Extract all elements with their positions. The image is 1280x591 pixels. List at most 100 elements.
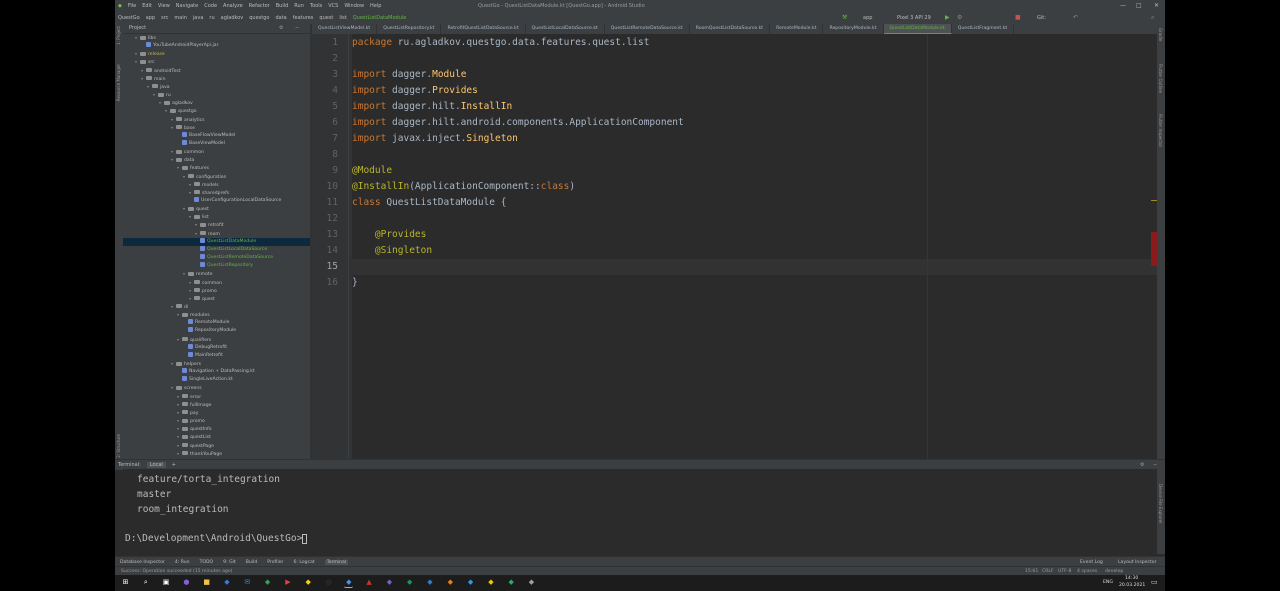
terminal-tab-local[interactable]: Local [146, 462, 166, 468]
breadcrumb-item[interactable]: features [293, 15, 314, 21]
tool-profiler[interactable]: Profiler [267, 560, 283, 565]
breadcrumb-item[interactable]: app [146, 15, 155, 21]
tool-todo[interactable]: TODO [200, 560, 214, 565]
tree-node[interactable]: ▾ fullImage [123, 401, 310, 409]
hammer-icon[interactable]: ⚒ [842, 14, 847, 21]
code-editor[interactable]: package ru.agladkov.questgo.data.feature… [349, 34, 1157, 459]
gear-icon[interactable]: ⚙ [1140, 462, 1144, 468]
tree-node[interactable]: ▾ modules [123, 311, 310, 319]
tool-database-inspector[interactable]: Database Inspector [120, 560, 165, 565]
breadcrumb-item[interactable]: data [275, 15, 286, 21]
menu-window[interactable]: Window [344, 3, 364, 9]
tree-node[interactable]: ▾ models [123, 181, 310, 189]
code-line[interactable]: package ru.agladkov.questgo.data.feature… [352, 37, 649, 48]
taskbar-mail-icon[interactable]: ✉ [243, 578, 252, 587]
editor-tab[interactable]: RetrofitQuestListDataSource.kt [441, 24, 526, 34]
editor-tab[interactable]: RepositoryModule.kt [823, 24, 884, 34]
terminal-prompt[interactable]: D:\Development\Android\QuestGo> [125, 533, 308, 544]
tree-node[interactable]: ▾ questPage [123, 442, 310, 450]
taskbar-app16-icon[interactable]: ◆ [486, 578, 495, 587]
tree-node[interactable]: Navigation + DataPassing.kt [123, 368, 310, 376]
editor-tab[interactable]: RemoteModule.kt [770, 24, 824, 34]
code-line[interactable]: import dagger.Provides [352, 85, 478, 96]
breadcrumb-item[interactable]: main [174, 15, 187, 21]
taskbar-app8-icon[interactable]: ◎ [324, 578, 333, 587]
tool-flutter-inspector[interactable]: Flutter Inspector [1158, 114, 1163, 147]
menu-vcs[interactable]: VCS [328, 3, 338, 9]
editor-tab[interactable]: QuestListViewModel.kt [312, 24, 378, 34]
taskbar-app11-icon[interactable]: ◆ [385, 578, 394, 587]
taskbar-app17-icon[interactable]: ◆ [507, 578, 516, 587]
tree-node[interactable]: BaseViewModel [123, 139, 310, 148]
debug-icon[interactable]: ⚙ [957, 14, 962, 21]
clock-date[interactable]: 20.03.2021 [1119, 582, 1145, 590]
search-icon[interactable]: ⌕ [1151, 14, 1154, 22]
taskbar-start-icon[interactable]: ⊞ [121, 578, 130, 587]
tree-node[interactable]: SingleLiveAction.kt [123, 376, 310, 384]
taskbar-app13-icon[interactable]: ◆ [426, 578, 435, 587]
tree-node[interactable]: QuestListRepository [123, 262, 310, 270]
tree-node[interactable]: ▾ ru [123, 91, 310, 99]
tool-gradle[interactable]: Gradle [1158, 28, 1163, 41]
editor-tab[interactable]: QuestListLocalDataSource.kt [526, 24, 605, 34]
tree-node[interactable]: ▾ agladkov [123, 99, 310, 107]
tree-node[interactable]: ▾ sharedprefs [123, 189, 310, 197]
taskbar-search-icon[interactable]: ⌕ [141, 578, 150, 587]
tool-project[interactable]: 1: Project [116, 26, 121, 45]
editor-tab[interactable]: QuestListRemoteDataSource.kt [605, 24, 690, 34]
taskbar-task-view-icon[interactable]: ▣ [162, 578, 171, 587]
tree-node[interactable]: ▾ analytics [123, 116, 310, 124]
tree-node[interactable]: ▾ configuration [123, 173, 310, 181]
device-select[interactable]: Pixel 3 API 29 [897, 15, 931, 21]
editor-tab[interactable]: QuestListDataModule.kt [883, 24, 952, 34]
tool-logcat[interactable]: 6: Logcat [293, 560, 314, 565]
code-line[interactable]: } [352, 277, 358, 288]
maximize-icon[interactable]: □ [1136, 2, 1142, 9]
language-indicator[interactable]: ENG [1103, 579, 1113, 587]
taskbar-app18-icon[interactable]: ◆ [527, 578, 536, 587]
tree-node[interactable]: QuestListDataModule [123, 237, 310, 246]
menu-analyze[interactable]: Analyze [223, 3, 243, 9]
menu-run[interactable]: Run [294, 3, 304, 9]
run-config-select[interactable]: app [863, 15, 872, 21]
code-line[interactable]: import javax.inject.Singleton [352, 133, 518, 144]
tree-node[interactable]: ▾ questInfo [123, 425, 310, 433]
tool-structure[interactable]: 2: Structure [116, 434, 121, 458]
tree-node[interactable]: ▾ remote [123, 270, 310, 278]
breadcrumb-item[interactable]: java [193, 15, 203, 21]
code-line[interactable]: import dagger.Module [352, 69, 466, 80]
tree-node[interactable]: DebugRetrofit [123, 343, 310, 352]
tree-node[interactable]: ▾ questList [123, 433, 310, 441]
editor-tab[interactable]: QuestListFragment.kt [952, 24, 1015, 34]
menu-build[interactable]: Build [276, 3, 289, 9]
tree-node[interactable]: ▾ di [123, 303, 310, 311]
tree-node[interactable]: BaseFlowViewModel [123, 131, 310, 140]
project-panel-header[interactable]: Project ⚙ − [123, 24, 310, 34]
breadcrumb-item[interactable]: list [339, 15, 346, 21]
tree-node[interactable]: ▾ common [123, 279, 310, 287]
taskbar-studio-icon[interactable]: ◆ [344, 578, 354, 588]
menu-file[interactable]: File [128, 3, 136, 9]
menu-code[interactable]: Code [204, 3, 217, 9]
tree-node[interactable]: ▾ list [123, 213, 310, 221]
tree-node[interactable]: ▾ pay [123, 409, 310, 417]
tree-node[interactable]: ▾ questgo [123, 107, 310, 115]
terminal-output[interactable]: feature/torta_integration master room_in… [123, 469, 1157, 556]
breadcrumb-item[interactable]: src [161, 15, 168, 21]
tree-node[interactable]: ▾ room [123, 230, 310, 238]
tree-node[interactable]: ▾ quest [123, 295, 310, 303]
tool-git[interactable]: 9: Git [223, 560, 236, 565]
tool-layout-inspector[interactable]: Layout Inspector [1118, 560, 1157, 565]
breadcrumb-item[interactable]: QuestGo [118, 15, 140, 21]
tree-node[interactable]: ▾ promo [123, 287, 310, 295]
menu-refactor[interactable]: Refactor [249, 3, 270, 9]
taskbar-app7-icon[interactable]: ◆ [304, 578, 313, 587]
breadcrumb-item[interactable]: questgo [249, 15, 269, 21]
menu-edit[interactable]: Edit [142, 3, 152, 9]
taskbar-app12-icon[interactable]: ◆ [405, 578, 414, 587]
gear-icon[interactable]: ⚙ [279, 24, 283, 33]
tree-node[interactable]: QuestListLocalDataSource [123, 245, 310, 254]
editor-tab[interactable]: QuestListRepository.kt [377, 24, 442, 34]
code-line[interactable]: @Singleton [352, 245, 432, 256]
hide-icon[interactable]: − [295, 24, 299, 33]
